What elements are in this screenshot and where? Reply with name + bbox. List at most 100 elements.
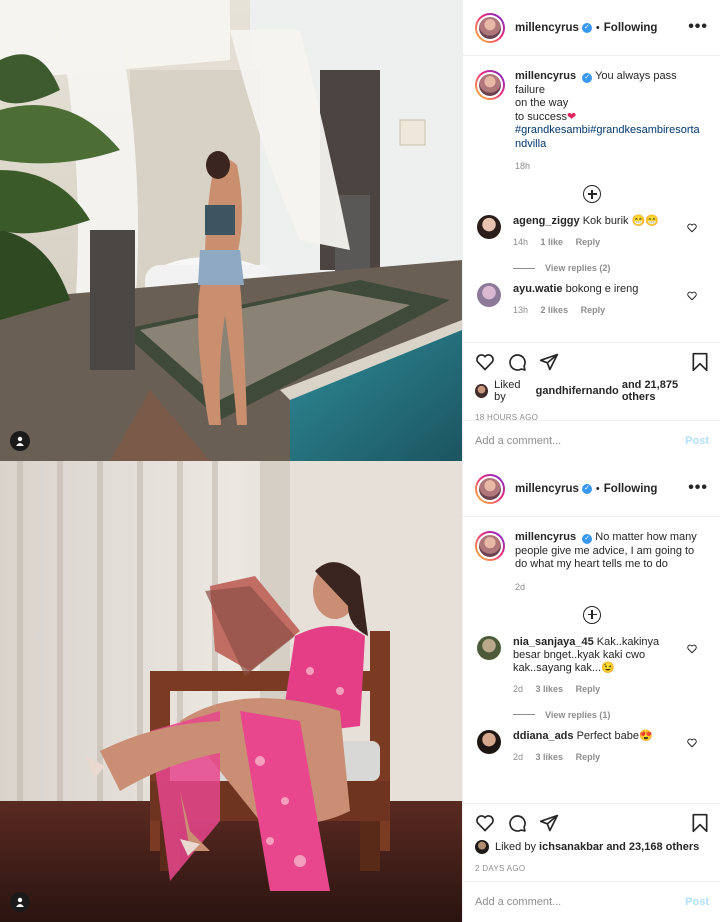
verified-badge-icon: ✓ — [582, 534, 593, 544]
comment-avatar[interactable] — [477, 215, 501, 239]
load-more-comments-button[interactable] — [475, 185, 709, 203]
comment-username[interactable]: ageng_ziggy — [513, 215, 580, 227]
caption-avatar[interactable] — [475, 70, 505, 100]
save-bookmark-icon[interactable] — [691, 352, 709, 372]
liked-by-others[interactable]: and 23,168 others — [606, 841, 699, 853]
load-more-comments-button[interactable] — [475, 605, 709, 624]
comment-reply-button[interactable]: Reply — [576, 752, 601, 762]
post-1: millencyrus ✓ • Following ••• millencyru… — [0, 0, 720, 461]
post-1-photo[interactable] — [0, 0, 462, 461]
view-replies-button[interactable]: View replies (2) — [513, 263, 709, 273]
add-comment-bar: Post — [463, 881, 720, 922]
username[interactable]: millencyrus — [515, 483, 579, 495]
comment-avatar[interactable] — [477, 283, 501, 307]
post-2: millencyrus ✓ • Following ••• millencyru… — [0, 461, 720, 922]
verified-badge-icon: ✓ — [582, 73, 593, 83]
liker-avatar[interactable] — [475, 840, 489, 854]
action-bar: Liked by ichsanakbar and 23,168 others 2… — [463, 803, 720, 881]
caption-text: millencyrus ✓ You always pass failure on… — [515, 70, 705, 151]
liker-avatar[interactable] — [475, 384, 489, 398]
verified-badge-icon: ✓ — [581, 483, 592, 494]
comment-like-heart-icon[interactable] — [687, 644, 697, 654]
comment-meta: 14h 1 like Reply — [513, 236, 688, 249]
comment-username[interactable]: ayu.watie — [513, 283, 563, 295]
tagged-user-icon[interactable] — [10, 892, 30, 912]
like-heart-icon[interactable] — [475, 813, 495, 833]
like-heart-icon[interactable] — [475, 352, 495, 372]
view-replies-button[interactable]: View replies (1) — [513, 710, 709, 720]
comment-item: nia_sanjaya_45 Kak..kakinya besar bnget.… — [475, 635, 709, 696]
comment-time: 2d — [513, 751, 524, 762]
caption-avatar[interactable] — [475, 531, 505, 561]
comment-like-heart-icon[interactable] — [687, 291, 697, 301]
add-comment-bar: Post — [463, 420, 720, 461]
liked-by-user[interactable]: gandhifernando — [536, 385, 619, 397]
share-paper-plane-icon[interactable] — [539, 813, 559, 833]
comment-time: 2d — [513, 683, 524, 694]
action-bar: Liked by gandhifernando and 21,875 other… — [463, 342, 720, 422]
liked-by-others[interactable]: and 21,875 others — [622, 379, 709, 403]
post-1-sidebar: millencyrus ✓ • Following ••• millencyru… — [462, 0, 720, 461]
plus-circle-icon — [583, 185, 601, 203]
comment-time: 14h — [513, 237, 529, 247]
comment-bubble-icon[interactable] — [507, 352, 527, 372]
comment-reply-button[interactable]: Reply — [576, 684, 601, 694]
caption-line-2: on the way — [515, 97, 569, 109]
share-paper-plane-icon[interactable] — [539, 352, 559, 372]
comment-meta: 13h 2 likes Reply — [513, 304, 688, 317]
comment-likes[interactable]: 3 likes — [536, 684, 564, 694]
caption-username[interactable]: millencyrus — [515, 531, 576, 543]
comment-meta: 2d 3 likes Reply — [513, 683, 688, 696]
comments-section: millencyrus ✓ You always pass failure on… — [463, 56, 720, 342]
liked-by-user[interactable]: ichsanakbar — [539, 841, 603, 853]
caption-text: millencyrus ✓ No matter how many people … — [515, 531, 705, 572]
following-button[interactable]: Following — [604, 483, 658, 495]
caption: millencyrus ✓ No matter how many people … — [475, 531, 709, 572]
comment-likes[interactable]: 2 likes — [541, 305, 569, 315]
caption-username[interactable]: millencyrus — [515, 70, 576, 82]
comment-like-heart-icon[interactable] — [687, 738, 697, 748]
comment-likes[interactable]: 1 like — [541, 237, 564, 247]
save-bookmark-icon[interactable] — [691, 813, 709, 833]
post-comment-button[interactable]: Post — [685, 896, 709, 908]
comment-username[interactable]: ddiana_ads — [513, 730, 574, 742]
liked-by-prefix: Liked by — [495, 841, 536, 853]
comment-text: bokong e ireng — [565, 283, 639, 295]
post-2-sidebar: millencyrus ✓ • Following ••• millencyru… — [462, 461, 720, 922]
more-options-icon[interactable]: ••• — [688, 18, 708, 36]
likes-summary: Liked by ichsanakbar and 23,168 others — [475, 840, 709, 854]
following-button[interactable]: Following — [604, 22, 658, 34]
comment-username[interactable]: nia_sanjaya_45 — [513, 636, 594, 648]
comment-like-heart-icon[interactable] — [687, 223, 697, 233]
username[interactable]: millencyrus — [515, 22, 579, 34]
separator-dot: • — [595, 21, 600, 34]
comment-bubble-icon[interactable] — [507, 813, 527, 833]
bouquet-chair-photo — [0, 461, 462, 922]
comment-likes[interactable]: 3 likes — [536, 752, 564, 762]
add-comment-input[interactable] — [475, 435, 686, 447]
add-comment-input[interactable] — [475, 896, 686, 908]
post-timestamp[interactable]: 2 DAYS AGO — [475, 864, 709, 873]
post-comment-button[interactable]: Post — [685, 435, 709, 447]
comment-meta: 2d 3 likes Reply — [513, 751, 688, 764]
comment-item: ageng_ziggy Kok burik 😁😁 14h 1 like Repl… — [475, 215, 709, 249]
tagged-user-icon[interactable] — [10, 431, 30, 451]
plus-circle-icon — [583, 605, 601, 624]
avatar[interactable] — [475, 12, 505, 43]
avatar[interactable] — [475, 473, 505, 504]
post-header: millencyrus ✓ • Following ••• — [463, 0, 720, 56]
caption-time: 18h — [515, 161, 531, 171]
comment-item: ayu.watie bokong e ireng 13h 2 likes Rep… — [475, 283, 709, 317]
resort-pool-photo — [0, 0, 462, 461]
comment-reply-button[interactable]: Reply — [581, 305, 606, 315]
more-options-icon[interactable]: ••• — [688, 479, 708, 497]
caption-line-3: to success — [515, 110, 567, 123]
comment-item: ddiana_ads Perfect babe😍 2d 3 likes Repl… — [475, 729, 709, 764]
comment-reply-button[interactable]: Reply — [576, 237, 601, 247]
comment-avatar[interactable] — [477, 635, 501, 660]
comment-avatar[interactable] — [477, 729, 501, 754]
separator-dot: • — [595, 482, 600, 495]
verified-badge-icon: ✓ — [581, 22, 592, 33]
post-2-photo[interactable] — [0, 461, 462, 922]
hashtag-link[interactable]: #grandkesambi#grandkesambiresortandvilla — [515, 124, 700, 150]
